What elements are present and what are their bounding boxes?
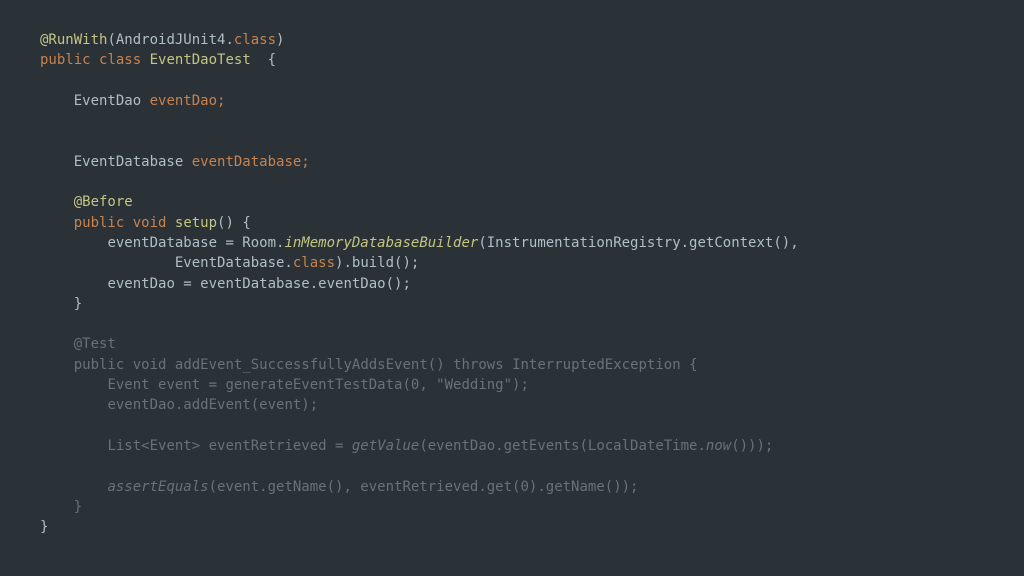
class-name: EventDaoTest (150, 52, 251, 68)
annotation-runwith: @RunWith (40, 32, 107, 48)
annotation-before: @Before (74, 194, 133, 210)
code-block: @RunWith(AndroidJUnit4.class) public cla… (0, 0, 1024, 567)
field-eventdao: eventDao; (150, 93, 226, 109)
method-setup: setup (175, 215, 217, 231)
field-eventdatabase: eventDatabase; (192, 154, 310, 170)
method-addevent: addEvent_SuccessfullyAddsEvent (175, 357, 428, 373)
annotation-test: @Test (74, 336, 116, 352)
